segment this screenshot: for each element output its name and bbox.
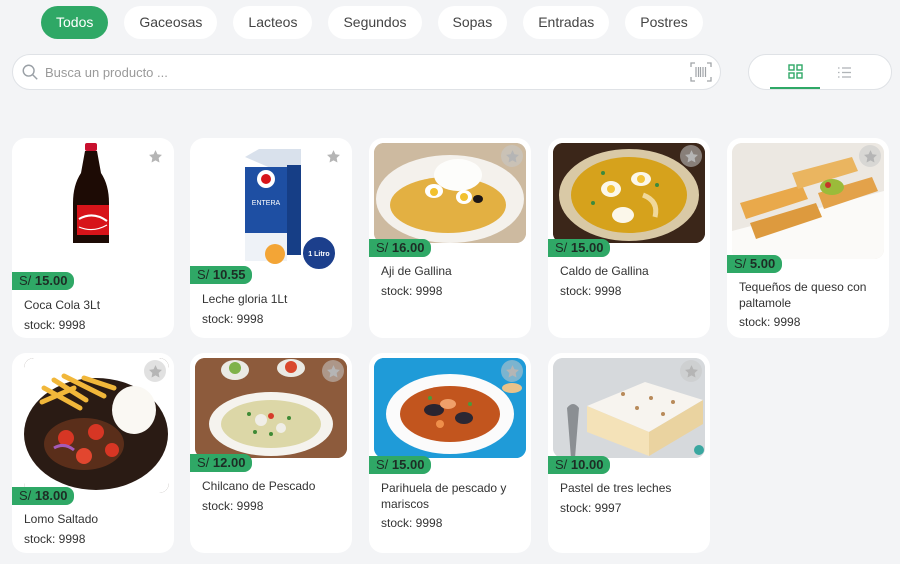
price-badge: S/ 12.00 [190,454,253,472]
currency-label: S/ [555,457,568,472]
price-badge: S/ 18.00 [12,487,75,505]
price-value: 10.55 [212,267,246,282]
product-card[interactable]: S/ 15.00 Parihuela de pescado y mariscos… [369,353,531,553]
product-card[interactable]: S/ 15.00 Caldo de Gallina stock: 9998 [548,138,710,338]
favorite-star-icon[interactable] [501,360,523,382]
price-badge: S/ 15.00 [12,272,75,290]
product-name: Coca Cola 3Lt [24,298,101,312]
svg-text:ENTERA: ENTERA [252,200,281,207]
grid-icon [787,63,803,79]
category-tab-sopas[interactable]: Sopas [437,6,508,39]
product-stock: stock: 9998 [739,315,801,329]
product-stock: stock: 9998 [381,284,443,298]
category-tab-todos[interactable]: Todos [41,6,109,39]
price-badge: S/ 15.00 [548,239,611,257]
product-card[interactable]: S/ 16.00 Aji de Gallina stock: 9998 [369,138,531,338]
price-badge: S/ 5.00 [727,255,783,273]
product-name: Pastel de tres leches [560,481,672,495]
list-icon [837,66,851,78]
product-name: Parihuela de pescado y mariscos [381,481,507,511]
product-name: Lomo Saltado [24,512,99,526]
product-stock: stock: 9998 [202,312,264,326]
price-value: 16.00 [391,240,425,255]
category-tab-gaceosas[interactable]: Gaceosas [124,6,218,39]
product-name: Chilcano de Pescado [202,479,316,493]
product-stock: stock: 9998 [24,532,86,546]
favorite-star-icon[interactable] [501,145,523,167]
product-name: Aji de Gallina [381,264,452,278]
favorite-star-icon[interactable] [144,145,166,167]
price-value: 5.00 [749,256,776,271]
grid-view-button[interactable] [770,55,820,89]
currency-label: S/ [19,273,32,288]
product-card[interactable]: ENTERA 1 Litro S/ 10.55 Leche gloria 1Lt… [190,138,352,338]
category-tabs: Todos Gaceosas Lacteos Segundos Sopas En… [41,6,703,39]
price-badge: S/ 15.00 [369,456,432,474]
currency-label: S/ [376,240,389,255]
price-value: 10.00 [570,457,604,472]
product-name: Tequeños de queso con paltamole [739,280,867,310]
favorite-star-icon[interactable] [322,360,344,382]
price-value: 18.00 [34,488,68,503]
favorite-star-icon[interactable] [859,145,881,167]
price-badge: S/ 16.00 [369,239,432,257]
list-view-button[interactable] [819,55,869,89]
category-tab-lacteos[interactable]: Lacteos [233,6,313,39]
product-card[interactable]: S/ 12.00 Chilcano de Pescado stock: 9998 [190,353,352,553]
favorite-star-icon[interactable] [322,145,344,167]
currency-label: S/ [555,240,568,255]
currency-label: S/ [19,488,32,503]
product-stock: stock: 9998 [381,516,443,530]
product-card[interactable]: S/ 10.00 Pastel de tres leches stock: 99… [548,353,710,553]
category-tab-segundos[interactable]: Segundos [328,6,422,39]
price-badge: S/ 10.55 [190,266,253,284]
volume-badge: 1 Litro [308,251,329,258]
price-value: 12.00 [212,455,246,470]
price-value: 15.00 [570,240,604,255]
currency-label: S/ [376,457,389,472]
product-card[interactable]: S/ 18.00 Lomo Saltado stock: 9998 [12,353,174,553]
category-tab-postres[interactable]: Postres [625,6,703,39]
favorite-star-icon[interactable] [680,360,702,382]
barcode-scan-icon[interactable] [690,62,712,82]
product-stock: stock: 9998 [560,284,622,298]
currency-label: S/ [197,267,210,282]
product-name: Caldo de Gallina [560,264,649,278]
product-stock: stock: 9998 [202,499,264,513]
currency-label: S/ [197,455,210,470]
currency-label: S/ [734,256,747,271]
price-value: 15.00 [34,273,68,288]
view-toggle [748,54,892,90]
product-card[interactable]: S/ 15.00 Coca Cola 3Lt stock: 9998 [12,138,174,338]
product-card[interactable]: S/ 5.00 Tequeños de queso con paltamole … [727,138,889,338]
favorite-star-icon[interactable] [144,360,166,382]
price-value: 15.00 [391,457,425,472]
price-badge: S/ 10.00 [548,456,611,474]
product-stock: stock: 9998 [24,318,86,332]
search-bar [12,54,721,90]
product-stock: stock: 9997 [560,501,622,515]
favorite-star-icon[interactable] [680,145,702,167]
category-tab-entradas[interactable]: Entradas [523,6,610,39]
product-name: Leche gloria 1Lt [202,292,288,306]
search-input[interactable] [45,64,690,80]
search-icon [22,64,38,80]
